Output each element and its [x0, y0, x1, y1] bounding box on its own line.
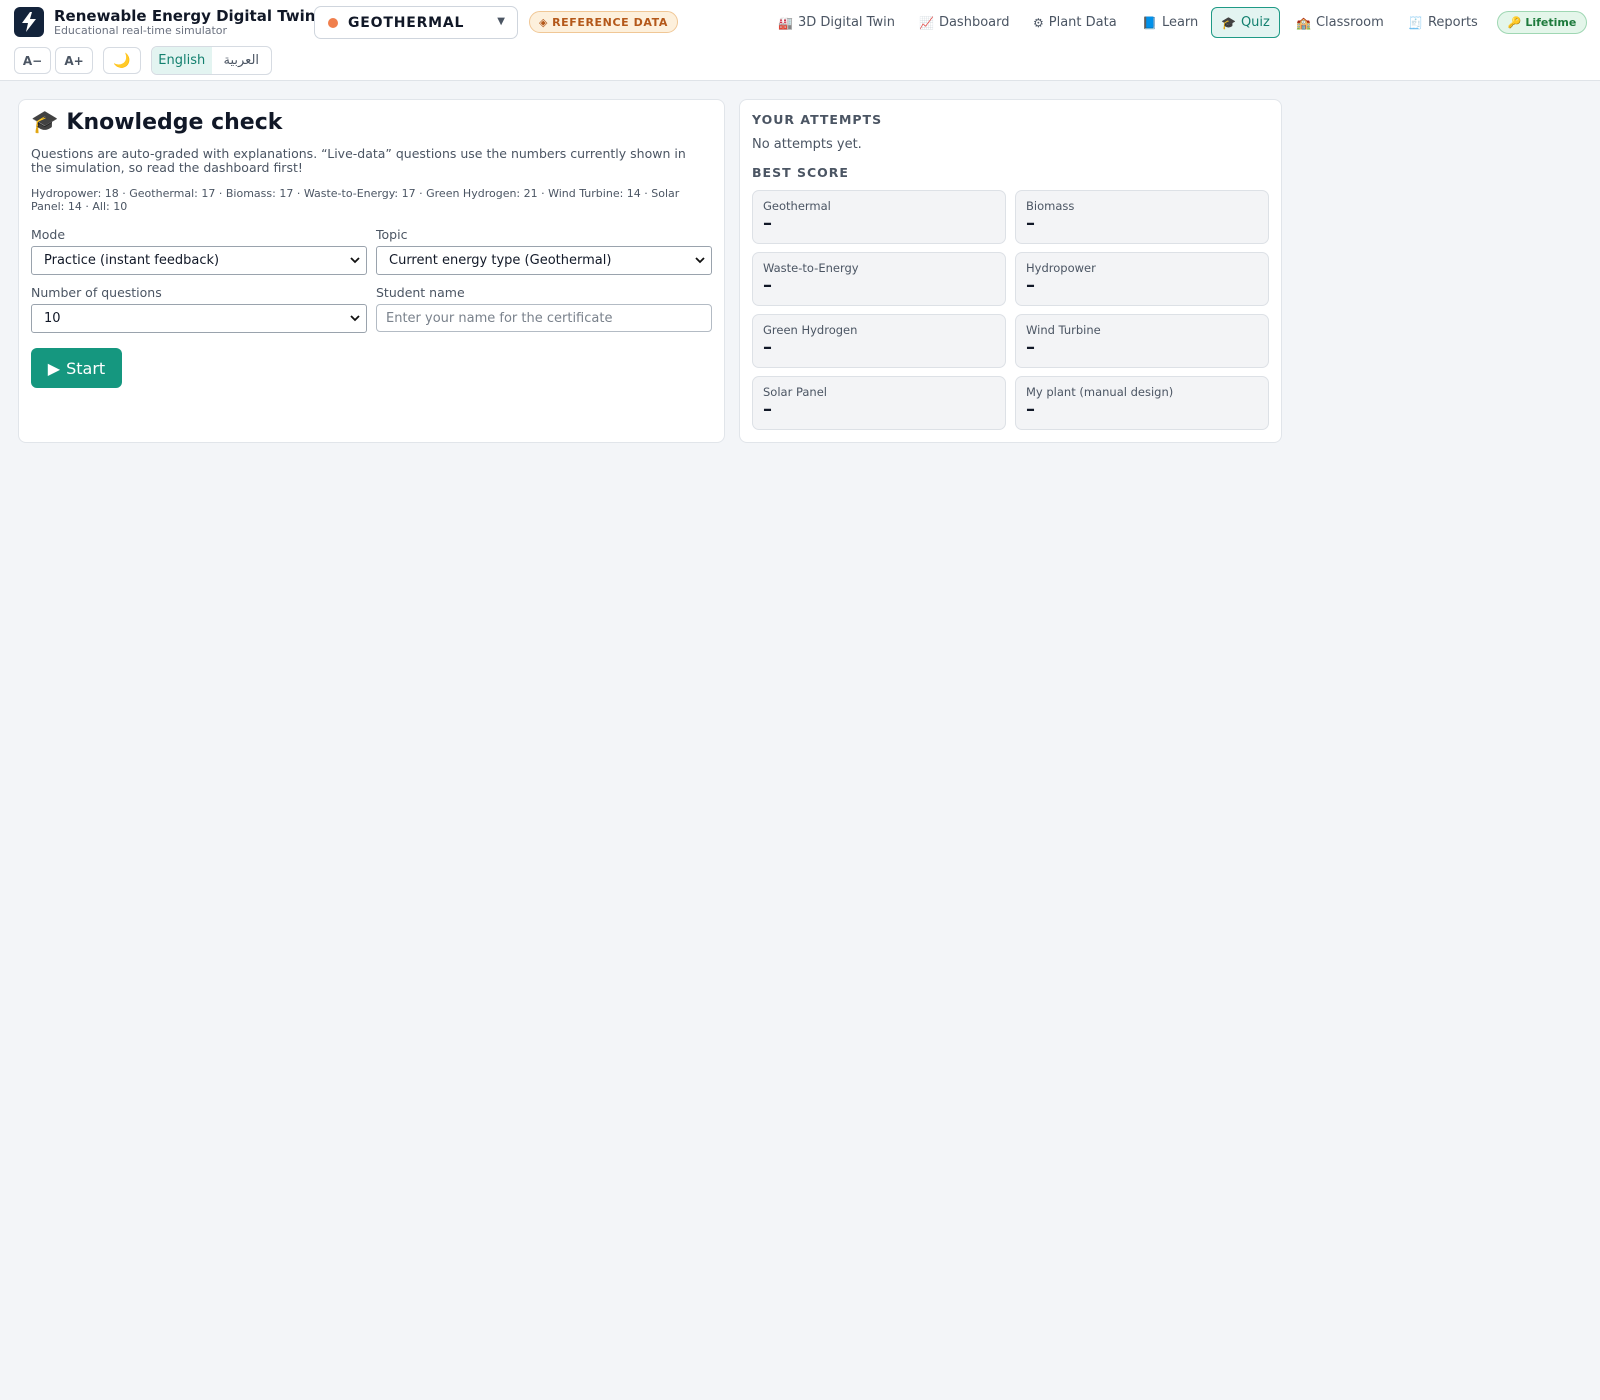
school-icon: 🏫 [1296, 15, 1311, 30]
score-value: – [1026, 399, 1035, 420]
student-name-input[interactable] [376, 304, 712, 332]
score-name: Biomass [1026, 199, 1075, 213]
score-name: Waste-to-Energy [763, 261, 859, 275]
receipt-icon: 🧾 [1408, 15, 1423, 30]
app-subtitle: Educational real-time simulator [54, 24, 228, 37]
license-badge[interactable]: 🔑 Lifetime [1497, 11, 1587, 34]
student-name-label: Student name [376, 285, 465, 300]
score-card-my-plant: My plant (manual design) – [1015, 376, 1269, 430]
book-icon: 📘 [1142, 15, 1157, 30]
score-card-geothermal: Geothermal – [752, 190, 1006, 244]
score-value: – [1026, 337, 1035, 358]
license-label: Lifetime [1525, 16, 1577, 29]
score-name: Green Hydrogen [763, 323, 858, 337]
question-count-select[interactable]: 10 [31, 304, 367, 333]
chevron-down-icon [695, 257, 705, 264]
nav-label: Dashboard [938, 15, 1010, 30]
gear-icon: ⚙ [1033, 15, 1044, 30]
topic-label: Topic [376, 227, 408, 242]
lang-english-button[interactable]: English [152, 47, 212, 74]
quiz-setup-card: 🎓 Knowledge check Questions are auto-gra… [18, 99, 725, 443]
nav-plant-data[interactable]: ⚙ Plant Data [1023, 7, 1127, 38]
attempts-card: YOUR ATTEMPTS No attempts yet. BEST SCOR… [739, 99, 1282, 443]
status-dot-icon [328, 17, 338, 28]
score-card-wind-turbine: Wind Turbine – [1015, 314, 1269, 368]
energy-type-selector[interactable]: GEOTHERMAL ▼ [314, 6, 518, 39]
question-count-label: Number of questions [31, 285, 162, 300]
nav-reports[interactable]: 🧾 Reports [1398, 7, 1488, 38]
top-bar: Renewable Energy Digital Twin Educationa… [0, 0, 1600, 81]
nav-3d-digital-twin[interactable]: 🏭 3D Digital Twin [768, 7, 905, 38]
score-value: – [1026, 275, 1035, 296]
nav-learn[interactable]: 📘 Learn [1132, 7, 1208, 38]
score-name: Geothermal [763, 199, 831, 213]
start-button-label: Start [66, 358, 106, 378]
nav-quiz[interactable]: 🎓 Quiz [1211, 7, 1280, 38]
score-name: Wind Turbine [1026, 323, 1101, 337]
font-decrease-button[interactable]: A− [14, 47, 51, 74]
score-name: Solar Panel [763, 385, 827, 399]
chevron-down-icon [350, 257, 360, 264]
score-name: Hydropower [1026, 261, 1096, 275]
score-card-green-hydrogen: Green Hydrogen – [752, 314, 1006, 368]
chart-icon: 📈 [919, 15, 934, 30]
play-icon: ▶ [47, 358, 61, 378]
nav-label: Reports [1427, 15, 1478, 30]
nav-label: Learn [1161, 15, 1199, 30]
best-score-heading: BEST SCORE [752, 165, 849, 180]
score-card-hydropower: Hydropower – [1015, 252, 1269, 306]
graduation-cap-icon: 🎓 [1221, 15, 1236, 30]
language-switcher: English العربية [151, 46, 272, 75]
question-counts: Hydropower: 18 · Geothermal: 17 · Biomas… [31, 187, 680, 213]
topic-select-value: Current energy type (Geothermal) [389, 253, 612, 268]
quiz-description: Questions are auto-graded with explanati… [31, 146, 686, 175]
energy-type-label: GEOTHERMAL [348, 14, 465, 31]
mode-select-value: Practice (instant feedback) [44, 253, 220, 268]
mode-label: Mode [31, 227, 66, 242]
app-logo [14, 7, 44, 37]
score-card-solar-panel: Solar Panel – [752, 376, 1006, 430]
moon-icon: 🌙 [113, 52, 131, 69]
lightning-icon [22, 12, 36, 32]
no-attempts-text: No attempts yet. [752, 137, 862, 152]
score-value: – [763, 399, 772, 420]
graduation-cap-icon: 🎓 [31, 110, 59, 135]
font-increase-button[interactable]: A+ [55, 47, 93, 74]
nav-label: 3D Digital Twin [797, 15, 895, 30]
nav-dashboard[interactable]: 📈 Dashboard [909, 7, 1019, 38]
score-card-waste-to-energy: Waste-to-Energy – [752, 252, 1006, 306]
nav-classroom[interactable]: 🏫 Classroom [1286, 7, 1394, 38]
key-icon: 🔑 [1507, 16, 1522, 29]
nav-label: Classroom [1315, 15, 1384, 30]
mode-select[interactable]: Practice (instant feedback) [31, 246, 367, 275]
lang-arabic-button[interactable]: العربية [212, 47, 272, 74]
nav-label: Plant Data [1048, 15, 1117, 30]
page-title: 🎓 Knowledge check [31, 110, 282, 135]
app-title: Renewable Energy Digital Twin [54, 7, 316, 25]
question-count-value: 10 [44, 311, 61, 326]
score-value: – [763, 337, 772, 358]
page-title-text: Knowledge check [66, 110, 283, 135]
reference-data-badge: ◈ REFERENCE DATA [529, 11, 679, 33]
chevron-down-icon: ▼ [497, 16, 505, 27]
score-card-biomass: Biomass – [1015, 190, 1269, 244]
score-value: – [763, 213, 772, 234]
score-value: – [763, 275, 772, 296]
score-value: – [1026, 213, 1035, 234]
factory-icon: 🏭 [778, 15, 793, 30]
reference-data-label: REFERENCE DATA [552, 15, 669, 29]
topic-select[interactable]: Current energy type (Geothermal) [376, 246, 712, 275]
chevron-down-icon [350, 315, 360, 322]
attempts-heading: YOUR ATTEMPTS [752, 112, 883, 127]
theme-toggle-button[interactable]: 🌙 [103, 47, 141, 74]
nav-label: Quiz [1240, 15, 1270, 30]
start-button[interactable]: ▶ Start [31, 348, 122, 388]
score-name: My plant (manual design) [1026, 385, 1174, 399]
diamond-icon: ◈ [539, 15, 549, 29]
